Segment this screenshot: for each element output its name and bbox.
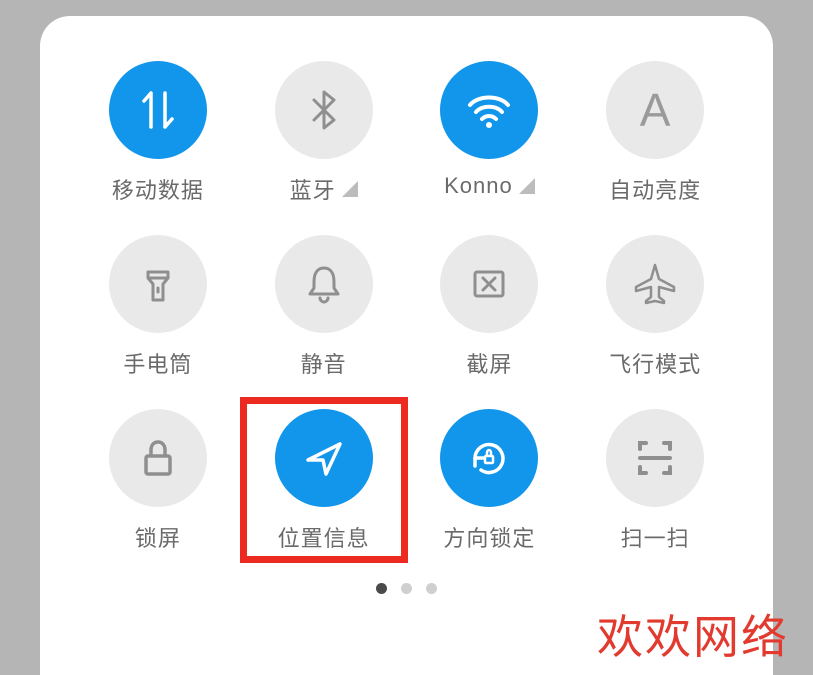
tile-label: 方向锁定 [443, 521, 535, 553]
tile-label: Konno [444, 173, 513, 199]
tile-scan[interactable]: 扫一扫 [587, 409, 723, 553]
lock-icon [109, 409, 207, 507]
tile-auto-brightness[interactable]: A 自动亮度 [587, 61, 723, 205]
tile-flashlight[interactable]: 手电筒 [90, 235, 226, 379]
tile-label: 飞行模式 [609, 347, 701, 379]
tile-screenshot[interactable]: 截屏 [422, 235, 558, 379]
quick-settings-panel: 移动数据 蓝牙 Konno [40, 16, 773, 675]
tile-label: 手电筒 [123, 347, 192, 379]
tile-airplane[interactable]: 飞行模式 [587, 235, 723, 379]
tile-lock[interactable]: 锁屏 [90, 409, 226, 553]
rotation-lock-icon [440, 409, 538, 507]
tile-label: 截屏 [466, 347, 512, 379]
page-indicator [90, 583, 723, 594]
tile-label: 蓝牙 [290, 173, 336, 205]
wifi-icon [440, 61, 538, 159]
tile-label: 移动数据 [112, 173, 204, 205]
page-dot[interactable] [401, 583, 412, 594]
tile-label: 锁屏 [135, 521, 181, 553]
tiles-grid: 移动数据 蓝牙 Konno [90, 61, 723, 553]
tile-mobile-data[interactable]: 移动数据 [90, 61, 226, 205]
tile-label: 静音 [301, 347, 347, 379]
tile-rotation-lock[interactable]: 方向锁定 [422, 409, 558, 553]
tile-label: 扫一扫 [621, 521, 690, 553]
tile-location[interactable]: 位置信息 [256, 409, 392, 553]
bell-icon [275, 235, 373, 333]
scan-icon [606, 409, 704, 507]
tile-label: 位置信息 [278, 521, 370, 553]
tile-label: 自动亮度 [609, 173, 701, 205]
signal-icon [342, 181, 358, 197]
auto-brightness-icon: A [606, 61, 704, 159]
page-dot[interactable] [426, 583, 437, 594]
mobile-data-icon [109, 61, 207, 159]
page-dot[interactable] [376, 583, 387, 594]
location-icon [275, 409, 373, 507]
tile-mute[interactable]: 静音 [256, 235, 392, 379]
screenshot-icon [440, 235, 538, 333]
flashlight-icon [109, 235, 207, 333]
tile-wifi[interactable]: Konno [422, 61, 558, 205]
tile-bluetooth[interactable]: 蓝牙 [256, 61, 392, 205]
signal-icon [519, 178, 535, 194]
airplane-icon [606, 235, 704, 333]
bluetooth-icon [275, 61, 373, 159]
